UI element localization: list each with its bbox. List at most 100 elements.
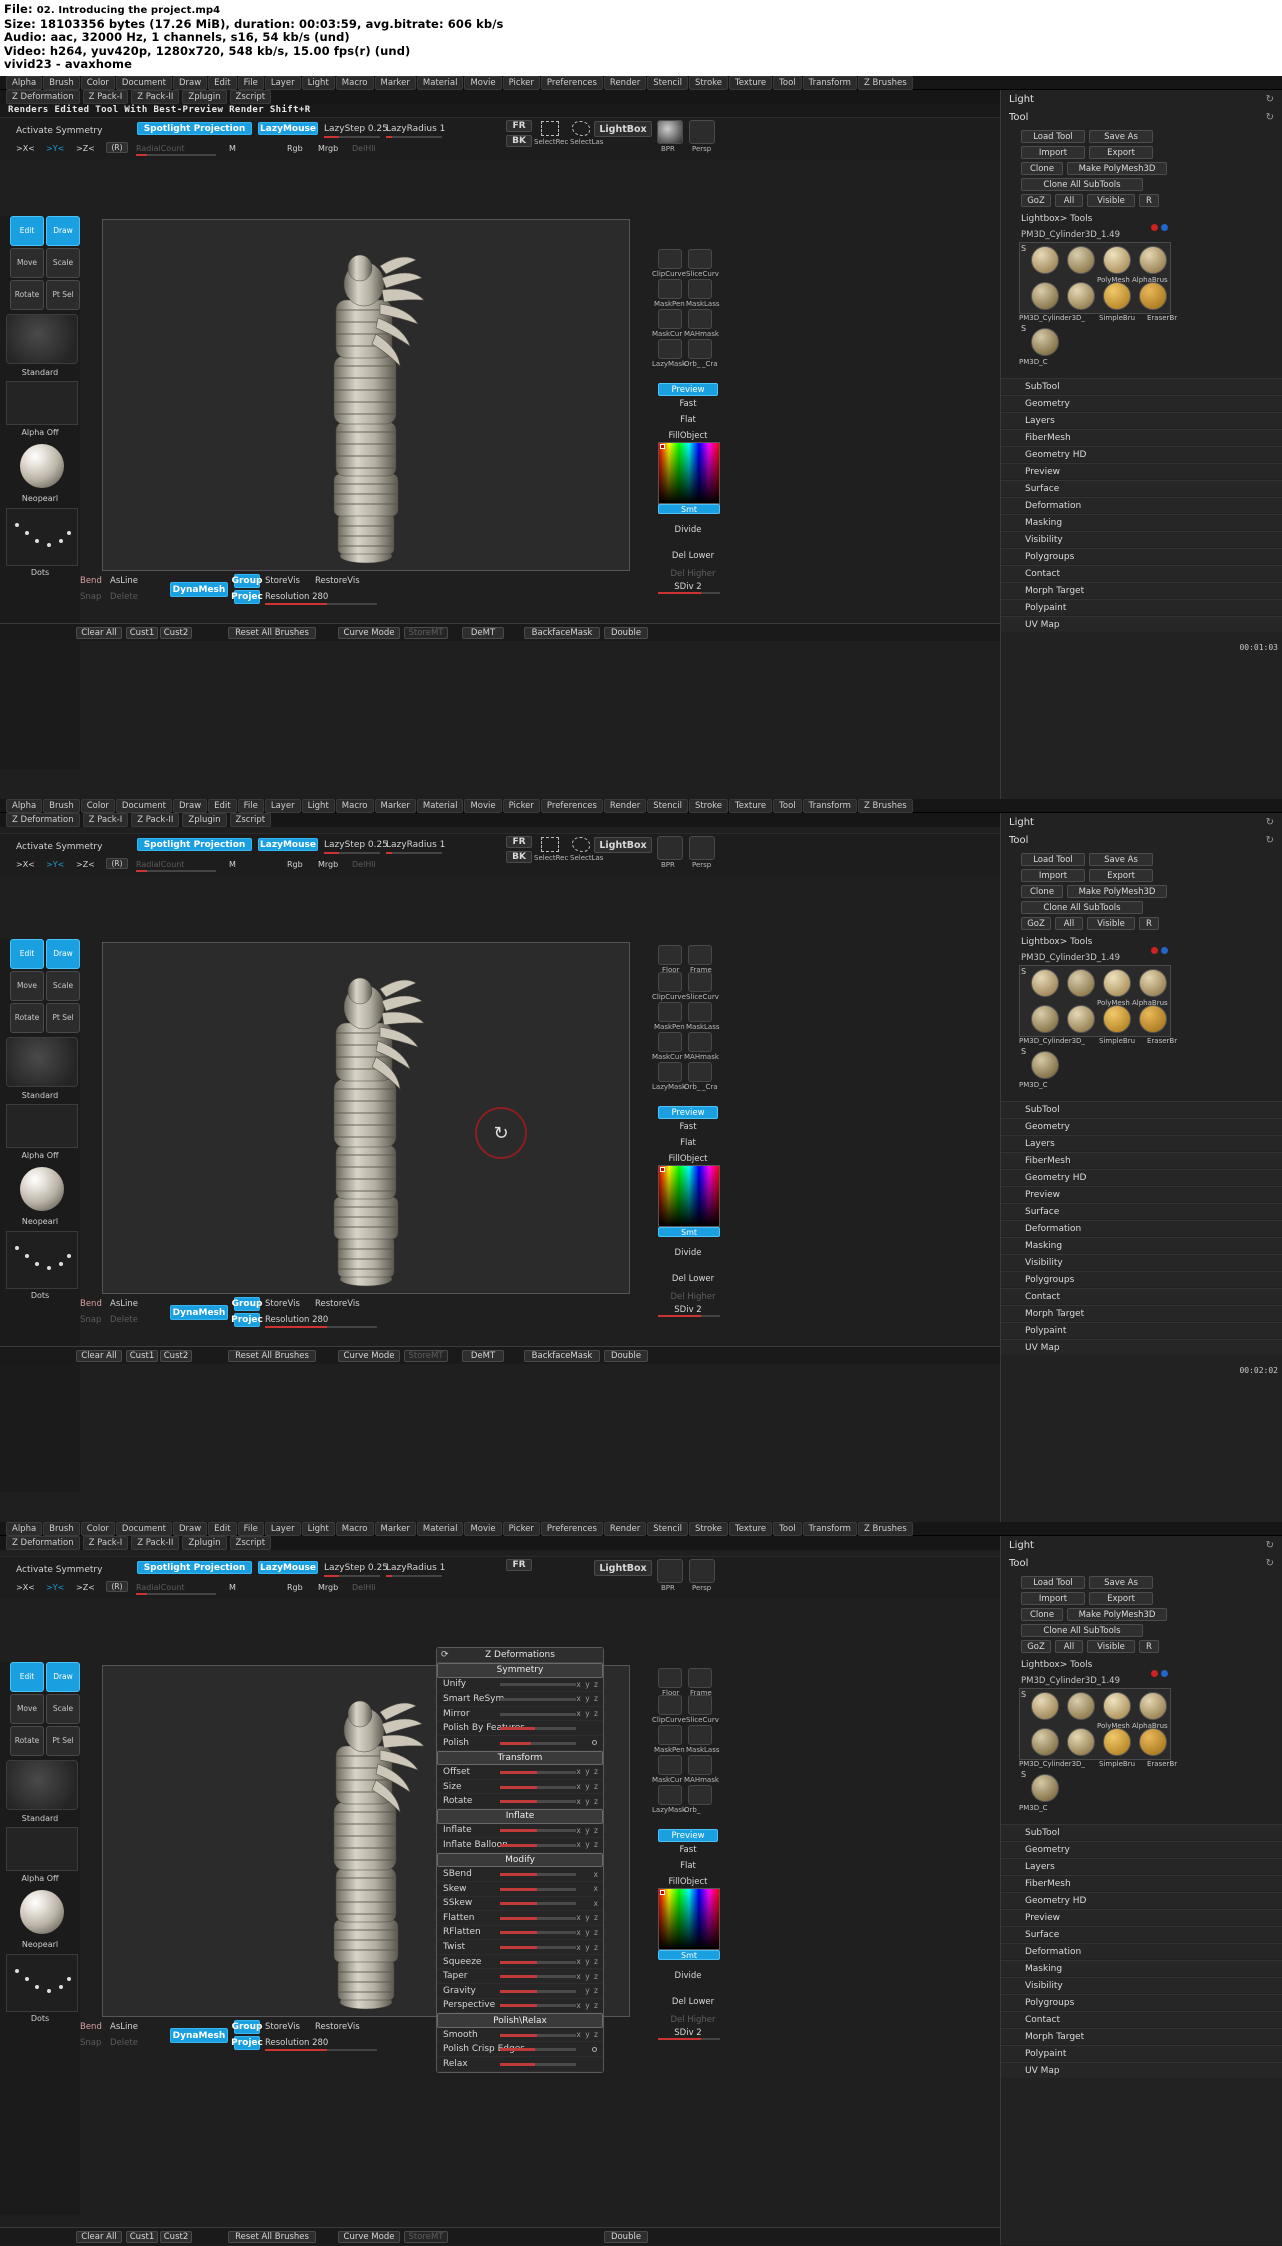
restorevis-label-f2[interactable]: RestoreVis — [315, 1299, 360, 1309]
menu-item-layer[interactable]: Layer — [264, 799, 301, 813]
menu-item-z-pack-i[interactable]: Z Pack-I — [82, 1536, 129, 1550]
groups-button-f2[interactable]: Group — [232, 1297, 262, 1311]
popup-item-polish-crisp-edges[interactable]: Polish Crisp Edges — [437, 2042, 603, 2058]
del-lower-button[interactable]: Del Lower — [658, 549, 728, 562]
rgb-toggle[interactable]: Rgb — [287, 144, 303, 153]
edit-mode-button-f3[interactable]: Edit — [10, 1662, 44, 1692]
tool-thumb-5-f2[interactable] — [1031, 1005, 1059, 1033]
menu-item-stencil[interactable]: Stencil — [647, 76, 688, 90]
cust2-button-f2[interactable]: Cust2 — [160, 1350, 192, 1362]
orb-cra-icon[interactable] — [688, 339, 712, 359]
menu-item-stroke[interactable]: Stroke — [688, 1522, 729, 1536]
lazymask-icon-f3[interactable] — [658, 1785, 682, 1805]
radialcount-slider[interactable] — [136, 154, 216, 156]
import-button-f3[interactable]: Import — [1021, 1592, 1085, 1605]
menu-item-light[interactable]: Light — [301, 1522, 335, 1536]
palette-section-fibermesh[interactable]: FiberMesh — [1001, 429, 1282, 445]
asline-label-f3[interactable]: AsLine — [110, 2022, 138, 2032]
scale-mode-button-f3[interactable]: Scale — [46, 1694, 80, 1724]
popup-item-slider[interactable] — [500, 2048, 577, 2052]
palette-section-contact[interactable]: Contact — [1001, 565, 1282, 581]
popup-item-squeeze[interactable]: Squeeze x y z — [437, 1955, 603, 1970]
rgb-toggle-f3[interactable]: Rgb — [287, 1583, 303, 1592]
radialcount-slider-f3[interactable] — [136, 1593, 216, 1595]
palette-section-subtool[interactable]: SubTool — [1001, 378, 1282, 394]
popup-item-slider[interactable] — [500, 1989, 577, 1993]
palette-section-geometry[interactable]: Geometry — [1001, 1841, 1282, 1857]
menu-item-alpha[interactable]: Alpha — [6, 1522, 43, 1536]
delhli-toggle-f3[interactable]: DelHli — [352, 1583, 376, 1592]
popup-item-toggle-dot[interactable] — [592, 1740, 597, 1746]
menu-item-stroke[interactable]: Stroke — [688, 76, 729, 90]
menu-item-z-brushes[interactable]: Z Brushes — [857, 76, 913, 90]
asline-label[interactable]: AsLine — [110, 576, 138, 586]
lazystep-slider[interactable] — [324, 136, 380, 138]
del-lower-button-f2[interactable]: Del Lower — [658, 1272, 728, 1285]
tool-thumb-8-f2[interactable] — [1139, 1005, 1167, 1033]
popup-item-slider[interactable] — [500, 1712, 577, 1716]
resolution-slider-f2[interactable] — [265, 1326, 377, 1328]
mrgb-toggle[interactable]: Mrgb — [318, 144, 338, 153]
fr-button-f3[interactable]: FR — [506, 1559, 532, 1571]
menu-item-brush[interactable]: Brush — [43, 799, 80, 813]
cust1-button[interactable]: Cust1 — [126, 627, 158, 639]
menu-item-movie[interactable]: Movie — [464, 76, 502, 90]
material-sphere-f3[interactable] — [20, 1890, 64, 1934]
z-symmetry-toggle[interactable]: >Z< — [76, 144, 95, 153]
export-button[interactable]: Export — [1089, 146, 1153, 159]
palette-section-contact[interactable]: Contact — [1001, 1288, 1282, 1304]
popup-item-polish-by-features[interactable]: Polish By Features — [437, 1721, 603, 1736]
spotlight-projection-button[interactable]: Spotlight Projection — [137, 122, 252, 135]
popup-item-transform[interactable]: Transform — [437, 1750, 603, 1766]
popup-item-inflate-balloon[interactable]: Inflate Balloon x y z — [437, 1838, 603, 1853]
snap-label[interactable]: Snap — [80, 592, 101, 602]
fast-button[interactable]: Fast — [658, 397, 718, 410]
popup-item-gravity[interactable]: Gravity y z — [437, 1984, 603, 1999]
tool-thumb-2-f3[interactable] — [1067, 1692, 1095, 1720]
popup-item-flatten[interactable]: Flatten x y z — [437, 1911, 603, 1926]
lazyradius-slider[interactable] — [386, 136, 442, 138]
tool-thumb-1-f2[interactable] — [1031, 969, 1059, 997]
radial-symmetry-toggle[interactable]: (R) — [106, 142, 128, 153]
tool-thumb-4[interactable] — [1139, 246, 1167, 274]
export-button-f2[interactable]: Export — [1089, 869, 1153, 882]
palette-section-geometry-hd[interactable]: Geometry HD — [1001, 1169, 1282, 1185]
groups-button[interactable]: Group — [232, 574, 262, 588]
lazyradius-label[interactable]: LazyRadius 1 — [386, 124, 445, 134]
radialcount-slider-f2[interactable] — [136, 870, 216, 872]
floor-icon[interactable] — [658, 945, 682, 965]
sdiv-slider-f2[interactable] — [658, 1315, 720, 1317]
smt-button-f3[interactable]: Smt — [658, 1950, 720, 1960]
color-picker[interactable] — [658, 442, 720, 504]
rotate-gizmo[interactable]: ↻ — [475, 1107, 527, 1159]
menu-item-color[interactable]: Color — [80, 799, 115, 813]
popup-item-slider[interactable] — [500, 1873, 577, 1877]
menu-item-color[interactable]: Color — [80, 76, 115, 90]
goz-all-button-f3[interactable]: All — [1055, 1640, 1083, 1653]
goz-visible-button[interactable]: Visible — [1087, 194, 1135, 207]
reset-all-brushes-button-f3[interactable]: Reset All Brushes — [228, 2231, 316, 2243]
lazyradius-slider-f3[interactable] — [386, 1575, 442, 1577]
menu-item-zplugin[interactable]: Zplugin — [182, 813, 227, 827]
mrgb-toggle-f2[interactable]: Mrgb — [318, 860, 338, 869]
tool-refresh-icon-f2[interactable]: ↻ — [1266, 835, 1274, 846]
menu-item-light[interactable]: Light — [301, 76, 335, 90]
bk-button[interactable]: BK — [506, 135, 532, 147]
palette-section-geometry-hd[interactable]: Geometry HD — [1001, 446, 1282, 462]
y-symmetry-toggle[interactable]: >Y< — [46, 144, 64, 153]
lazymouse-button-f3[interactable]: LazyMouse — [258, 1561, 318, 1574]
del-higher-button[interactable]: Del Higher — [658, 567, 728, 580]
current-brush-thumbnail-f2[interactable] — [6, 1037, 78, 1087]
tool-thumb-2[interactable] — [1067, 246, 1095, 274]
maskcurve-icon-f3[interactable] — [658, 1755, 682, 1775]
lazymouse-button-f2[interactable]: LazyMouse — [258, 838, 318, 851]
palette-section-polygroups[interactable]: Polygroups — [1001, 1271, 1282, 1287]
light-refresh-icon-f3[interactable]: ↻ — [1266, 1540, 1274, 1551]
palette-section-subtool[interactable]: SubTool — [1001, 1824, 1282, 1840]
menu-item-macro[interactable]: Macro — [335, 76, 374, 90]
palette-section-visibility[interactable]: Visibility — [1001, 531, 1282, 547]
smt-button-f2[interactable]: Smt — [658, 1227, 720, 1237]
popup-item-slider[interactable] — [500, 1975, 577, 1979]
delete-label-f3[interactable]: Delete — [110, 2038, 138, 2048]
goz-button-f2[interactable]: GoZ — [1021, 917, 1051, 930]
